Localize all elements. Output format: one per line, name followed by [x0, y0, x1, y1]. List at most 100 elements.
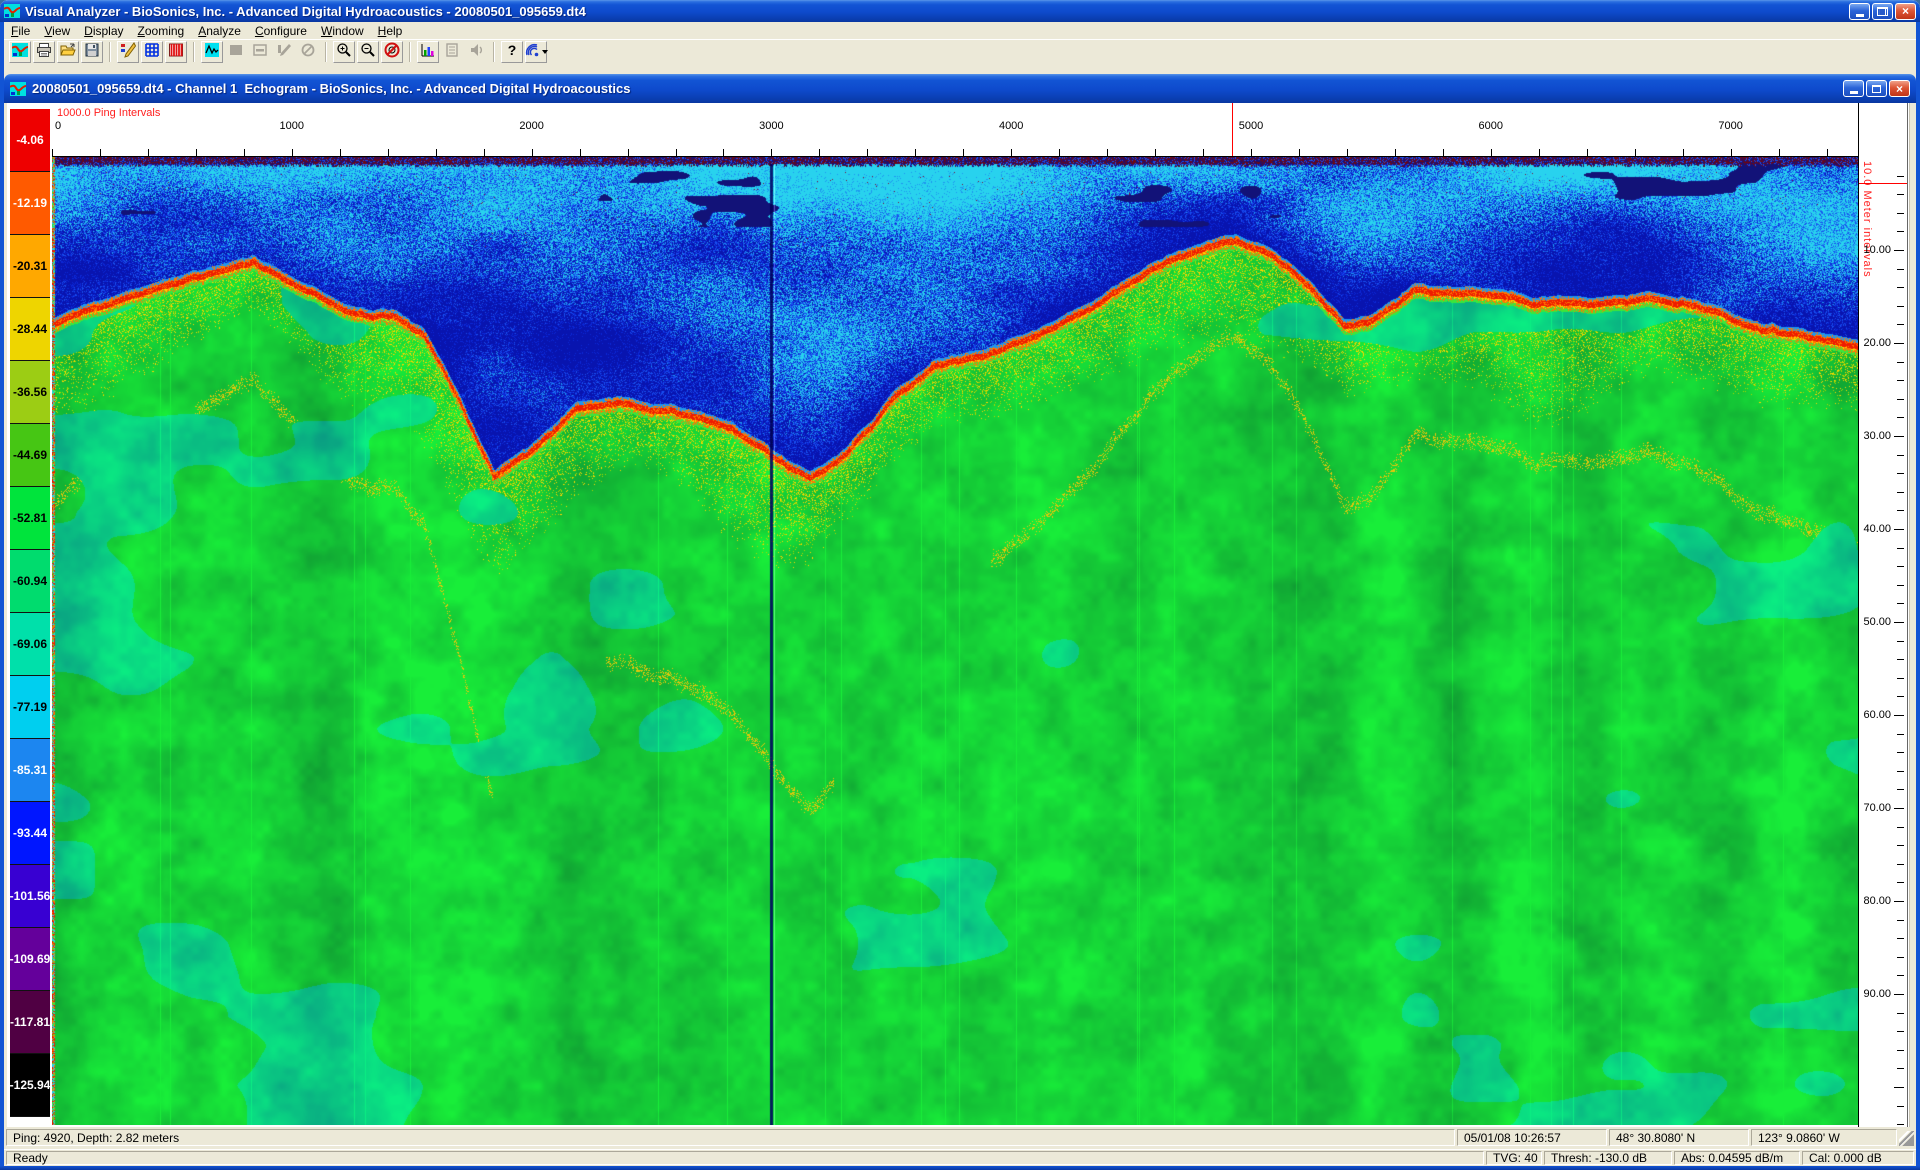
ping-tick-label: 7000 [1718, 120, 1742, 132]
depth-tick [1897, 827, 1904, 828]
gray-pencil-icon [276, 42, 292, 63]
toolbar-separator [493, 42, 495, 62]
ping-tick [196, 149, 197, 156]
child-maximize-button[interactable] [1866, 80, 1887, 97]
echogram-status-bar: Ping: 4920, Depth: 2.82 meters 05/01/08 … [4, 1127, 1916, 1149]
depth-tick [1897, 510, 1904, 511]
depth-tick [1894, 529, 1904, 530]
ping-tick [1059, 149, 1060, 156]
color-scale-entry: -44.69 [10, 424, 50, 487]
menu-view[interactable]: View [37, 23, 77, 39]
restore-button[interactable] [1872, 3, 1893, 20]
child-close-button[interactable]: × [1889, 80, 1910, 97]
dropdown-caret-icon [542, 50, 548, 54]
menu-window[interactable]: Window [314, 23, 371, 39]
color-scale-entry: -28.44 [10, 298, 50, 361]
echogram-file-button[interactable] [9, 41, 31, 63]
depth-tick [1897, 734, 1904, 735]
depth-tick [1897, 696, 1904, 697]
depth-tick [1897, 585, 1904, 586]
menu-analyze[interactable]: Analyze [191, 23, 248, 39]
depth-tick [1897, 287, 1904, 288]
child-minimize-button[interactable] [1843, 80, 1864, 97]
depth-tick-label: 30.00 [1863, 430, 1891, 442]
ping-tick-label: 6000 [1479, 120, 1503, 132]
menu-help[interactable]: Help [371, 23, 410, 39]
depth-tick [1897, 213, 1904, 214]
close-button[interactable]: × [1895, 3, 1916, 20]
color-scale-entry: -109.69 [10, 928, 50, 991]
depth-tick [1894, 1087, 1904, 1088]
ping-tick [292, 149, 293, 156]
datetime-readout: 05/01/08 10:26:57 [1457, 1129, 1607, 1146]
depth-tick [1897, 920, 1904, 921]
toolbar-separator [409, 42, 411, 62]
waveform-button[interactable] [201, 41, 223, 63]
color-scale-entry: -125.94 [10, 1054, 50, 1117]
depth-tick [1897, 380, 1904, 381]
depth-tick [1897, 882, 1904, 883]
gps-button[interactable] [525, 41, 547, 63]
color-scale-entry: -101.56 [10, 865, 50, 928]
depth-tick [1897, 231, 1904, 232]
depth-tick [1897, 417, 1904, 418]
playback-button [465, 41, 487, 63]
ping-tick [1155, 149, 1156, 156]
ping-tick-label: 3000 [759, 120, 783, 132]
depth-tick-label: 70.00 [1863, 802, 1891, 814]
depth-axis: 10.0 Meter intervals 10.0020.0030.0040.0… [1858, 103, 1908, 1127]
zoom-out-button[interactable] [357, 41, 379, 63]
depth-tick [1897, 1106, 1904, 1107]
edit-colors-button[interactable] [117, 41, 139, 63]
main-window-title: Visual Analyzer - BioSonics, Inc. - Adva… [25, 4, 1849, 19]
menu-file[interactable]: File [4, 23, 37, 39]
ping-tick [100, 149, 101, 156]
edit-region-button [273, 41, 295, 63]
ping-tick [867, 149, 868, 156]
echogram-window-titlebar[interactable]: 20080501_095659.dt4 - Channel 1 Echogram… [4, 74, 1916, 103]
depth-tick [1897, 306, 1904, 307]
color-scale-entry: -69.06 [10, 613, 50, 676]
ping-tick [1107, 149, 1108, 156]
depth-tick [1897, 269, 1904, 270]
depth-tick [1894, 808, 1904, 809]
ping-tick [771, 149, 772, 156]
window-border-right [1916, 22, 1920, 1166]
menu-zooming[interactable]: Zooming [131, 23, 192, 39]
depth-tick [1897, 938, 1904, 939]
close-icon: × [1902, 5, 1909, 17]
depth-tick [1897, 176, 1904, 177]
depth-tick [1894, 622, 1904, 623]
ping-tick [819, 149, 820, 156]
echogram-file-icon [10, 81, 26, 97]
grid-button[interactable] [141, 41, 163, 63]
depth-tick [1897, 362, 1904, 363]
depth-tick [1897, 566, 1904, 567]
depth-tick [1894, 436, 1904, 437]
red-stripes-icon [168, 42, 184, 63]
ping-tick [1827, 149, 1828, 156]
echogram-canvas[interactable] [52, 157, 1858, 1125]
depth-tick [1894, 994, 1904, 995]
depth-tick [1897, 324, 1904, 325]
resize-grip[interactable] [1899, 1131, 1914, 1146]
gray-box-icon [228, 42, 244, 63]
echogram-client-area: -4.06-12.19-20.31-28.44-36.56-44.69-52.8… [4, 103, 1916, 1127]
save-icon [84, 42, 100, 63]
main-titlebar[interactable]: Visual Analyzer - BioSonics, Inc. - Adva… [0, 0, 1920, 22]
open-button[interactable] [57, 41, 79, 63]
menu-configure[interactable]: Configure [248, 23, 314, 39]
print-button[interactable] [33, 41, 55, 63]
zoom-cancel-button[interactable] [381, 41, 403, 63]
menu-display[interactable]: Display [77, 23, 130, 39]
minimize-button[interactable] [1849, 3, 1870, 20]
help-button[interactable]: ? [501, 41, 523, 63]
bottom-pick-button[interactable] [165, 41, 187, 63]
analysis-chart-button[interactable] [417, 41, 439, 63]
depth-tick [1897, 399, 1904, 400]
zoom-in-button[interactable] [333, 41, 355, 63]
save-button[interactable] [81, 41, 103, 63]
longitude-readout: 123° 9.0860' W [1751, 1129, 1897, 1146]
echogram-window: 20080501_095659.dt4 - Channel 1 Echogram… [4, 74, 1916, 1149]
color-scale-entry: -60.94 [10, 550, 50, 613]
